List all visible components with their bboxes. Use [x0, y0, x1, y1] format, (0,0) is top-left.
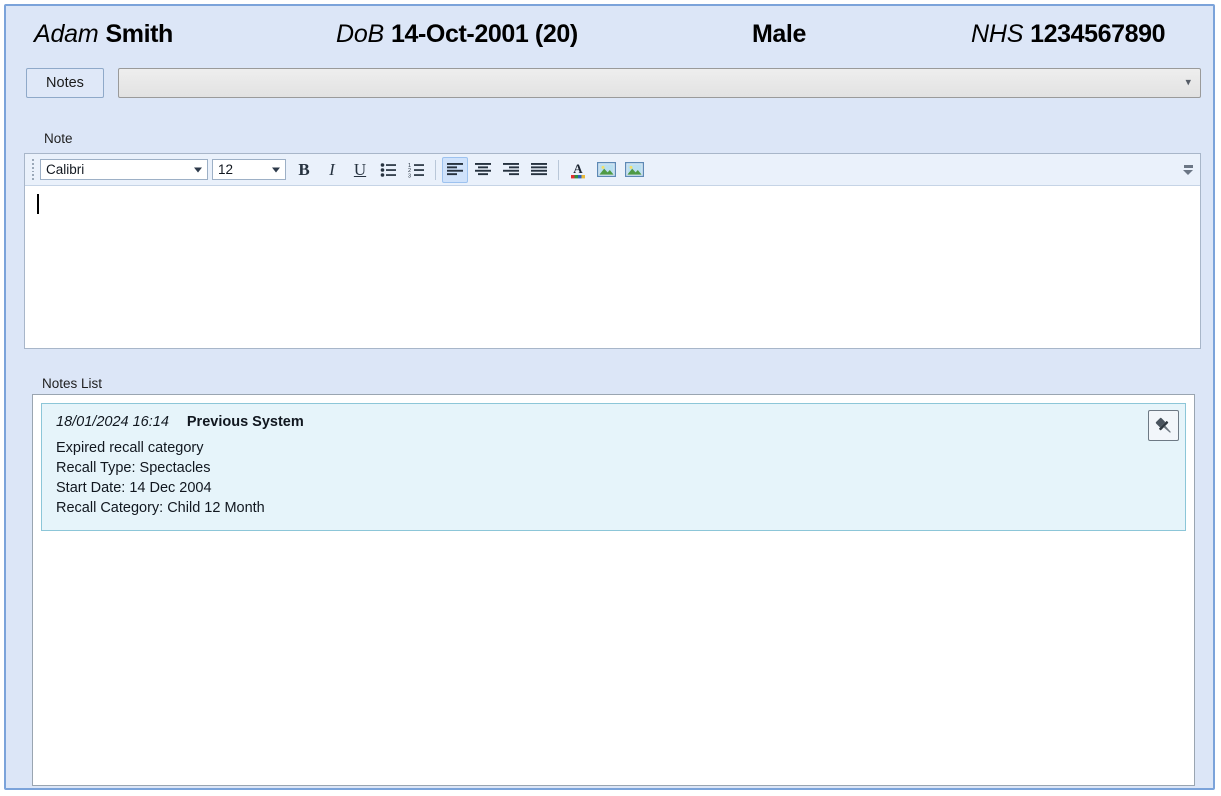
patient-header: Adam Smith DoB 14-Oct-2001 (20) Male NHS…	[6, 6, 1213, 62]
chevron-down-icon	[1183, 169, 1193, 175]
patient-notes-window: Adam Smith DoB 14-Oct-2001 (20) Male NHS…	[4, 4, 1215, 790]
toolbar-separator	[435, 159, 436, 180]
insert-image-icon	[596, 162, 616, 178]
patient-last-name: Smith	[105, 20, 173, 48]
align-justify-icon	[531, 163, 547, 176]
patient-nhs: NHS 1234567890	[971, 18, 1166, 50]
numbered-list-button[interactable]: 1 2 3	[403, 157, 429, 183]
note-editor: Calibri 12 B I U 1 2 3 A	[24, 153, 1201, 349]
bullet-list-button[interactable]	[375, 157, 401, 183]
patient-dob: DoB 14-Oct-2001 (20)	[336, 18, 578, 50]
pin-note-button[interactable]	[1148, 410, 1179, 441]
note-author: Previous System	[186, 414, 304, 430]
toolbar-drag-handle[interactable]	[28, 159, 38, 180]
nhs-number: 1234567890	[1030, 20, 1166, 48]
tab-notes[interactable]: Notes	[26, 68, 104, 98]
svg-text:3: 3	[408, 173, 411, 178]
numbered-list-icon: 1 2 3	[408, 163, 424, 178]
chevron-down-icon: ▾	[1185, 76, 1191, 89]
note-body-line: Recall Type: Spectacles	[56, 460, 211, 476]
notes-list-panel[interactable]: 18/01/2024 16:14 Previous System Expired…	[32, 394, 1195, 786]
pin-icon	[1155, 417, 1171, 433]
bold-button[interactable]: B	[291, 157, 317, 183]
gender-value: Male	[752, 20, 806, 48]
nhs-label: NHS	[971, 20, 1024, 48]
align-center-icon	[475, 163, 491, 176]
patient-gender: Male	[752, 18, 806, 50]
chevron-down-icon	[194, 167, 202, 172]
note-section-label: Note	[44, 131, 73, 146]
italic-icon: I	[329, 160, 335, 179]
font-color-button[interactable]: A	[565, 157, 591, 183]
toolbar-overflow-icon	[1183, 164, 1193, 168]
notes-list-label: Notes List	[42, 376, 103, 391]
insert-picture-icon	[624, 162, 644, 178]
font-size-value: 12	[218, 162, 234, 177]
patient-first-name: Adam	[34, 20, 99, 48]
svg-text:A: A	[573, 161, 583, 176]
font-color-icon: A	[571, 161, 585, 178]
note-editor-toolbar: Calibri 12 B I U 1 2 3 A	[25, 154, 1200, 186]
insert-image-button[interactable]	[593, 157, 619, 183]
toolbar-separator	[558, 159, 559, 180]
align-right-button[interactable]	[498, 157, 524, 183]
dob-value: 14-Oct-2001 (20)	[391, 20, 578, 48]
underline-icon: U	[353, 160, 367, 179]
text-cursor	[37, 194, 39, 214]
notes-category-dropdown[interactable]: ▾	[118, 68, 1201, 98]
note-header: 18/01/2024 16:14 Previous System	[56, 414, 1171, 430]
tab-row: Notes ▾	[6, 64, 1213, 100]
insert-picture-button[interactable]	[621, 157, 647, 183]
patient-name: Adam Smith	[34, 18, 173, 50]
note-list-item[interactable]: 18/01/2024 16:14 Previous System Expired…	[41, 403, 1186, 531]
align-justify-button[interactable]	[526, 157, 552, 183]
align-right-icon	[503, 163, 519, 176]
italic-button[interactable]: I	[319, 157, 345, 183]
note-timestamp: 18/01/2024 16:14	[56, 414, 169, 430]
align-center-button[interactable]	[470, 157, 496, 183]
font-size-select[interactable]: 12	[212, 159, 286, 180]
align-left-button[interactable]	[442, 156, 468, 183]
note-body-line: Expired recall category	[56, 440, 204, 456]
font-family-value: Calibri	[46, 162, 85, 177]
font-family-select[interactable]: Calibri	[40, 159, 208, 180]
underline-button[interactable]: U	[347, 157, 373, 183]
note-body-line: Recall Category: Child 12 Month	[56, 500, 265, 516]
bullet-list-icon	[380, 162, 396, 177]
note-text-area[interactable]	[25, 186, 1200, 348]
bold-icon: B	[298, 160, 310, 179]
dob-label: DoB	[336, 20, 385, 48]
chevron-down-icon	[272, 167, 280, 172]
note-body-line: Start Date: 14 Dec 2004	[56, 480, 212, 496]
align-left-icon	[447, 163, 463, 176]
toolbar-overflow-button[interactable]	[1180, 159, 1196, 181]
